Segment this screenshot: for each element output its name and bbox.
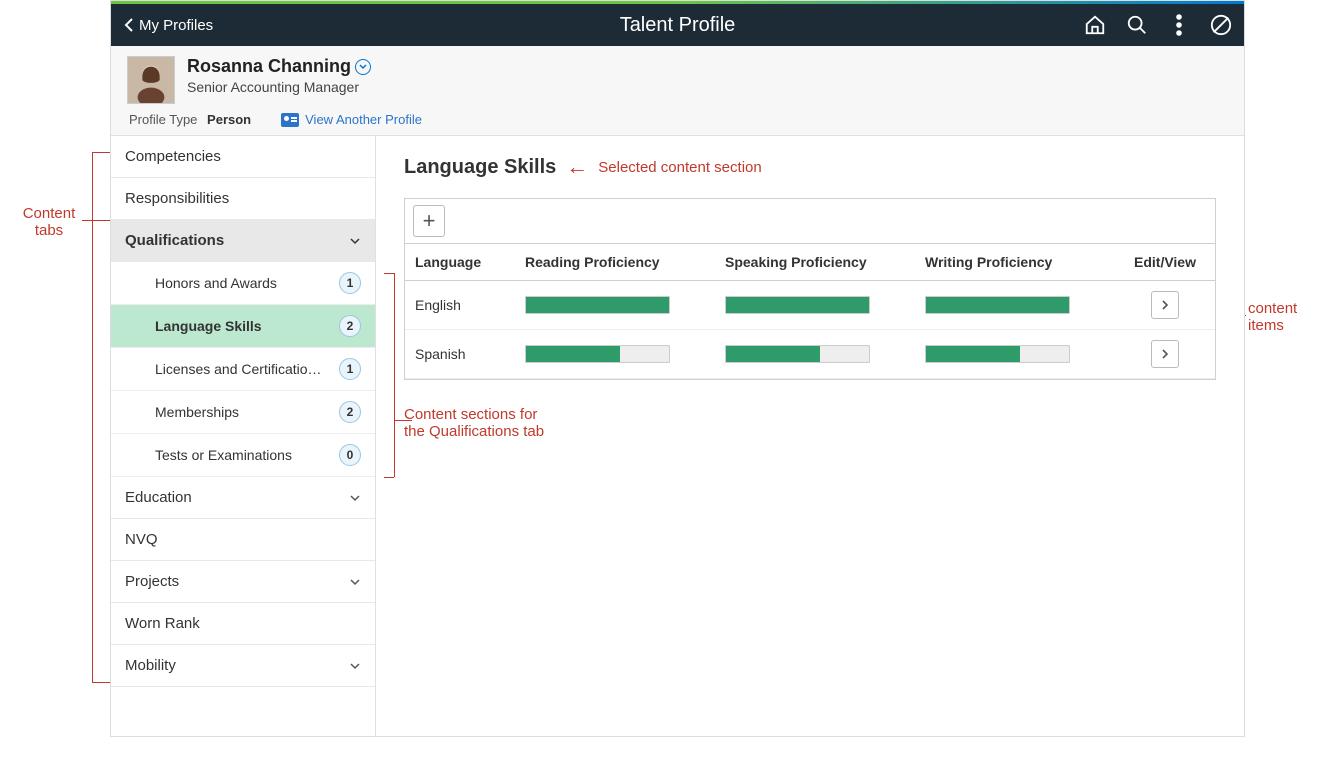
search-icon[interactable] <box>1126 14 1148 36</box>
tab-label: Responsibilities <box>125 190 229 207</box>
count-badge: 2 <box>339 315 361 337</box>
callout-line <box>82 220 110 221</box>
avatar <box>127 56 175 104</box>
chevron-down-icon <box>349 662 361 670</box>
arrow-left-icon: ← <box>566 154 588 180</box>
language-skills-grid: + Language Reading Proficiency Speaking … <box>404 198 1216 380</box>
count-badge: 1 <box>339 272 361 294</box>
tab-qualifications[interactable]: Qualifications <box>111 220 375 262</box>
callout-line <box>92 152 110 153</box>
profile-header: Rosanna Channing Senior Accounting Manag… <box>111 46 1244 136</box>
top-bar: My Profiles Talent Profile <box>111 4 1244 46</box>
callout-selected-section: Selected content section <box>598 159 761 176</box>
add-button[interactable]: + <box>413 205 445 237</box>
callout-line <box>384 273 394 274</box>
edit-view-button[interactable] <box>1151 291 1179 319</box>
section-tests[interactable]: Tests or Examinations 0 <box>111 434 375 477</box>
cell-language: Spanish <box>415 346 525 362</box>
home-icon[interactable] <box>1084 14 1106 36</box>
callout-line <box>92 682 110 683</box>
chevron-down-icon <box>349 494 361 502</box>
writing-proficiency-bar <box>925 345 1070 363</box>
reading-proficiency-bar <box>525 296 670 314</box>
count-badge: 1 <box>339 358 361 380</box>
col-header-language: Language <box>415 254 525 270</box>
section-honors-and-awards[interactable]: Honors and Awards 1 <box>111 262 375 305</box>
callout-line <box>92 152 93 682</box>
profile-type-value: Person <box>207 112 251 127</box>
section-language-skills[interactable]: Language Skills 2 <box>111 305 375 348</box>
cell-language: English <box>415 297 525 313</box>
callout-content-items: content items <box>1248 300 1297 334</box>
back-button[interactable]: My Profiles <box>123 17 213 34</box>
callout-content-tabs: Content tabs <box>14 205 84 239</box>
tab-education[interactable]: Education <box>111 477 375 519</box>
speaking-proficiency-bar <box>725 296 870 314</box>
section-heading: Language Skills <box>404 156 556 179</box>
tab-label: Mobility <box>125 657 176 674</box>
table-row: Spanish <box>405 330 1215 379</box>
grid-header-row: Language Reading Proficiency Speaking Pr… <box>405 244 1215 281</box>
section-label: Honors and Awards <box>155 275 277 291</box>
speaking-proficiency-bar <box>725 345 870 363</box>
tab-label: Competencies <box>125 148 221 165</box>
more-icon[interactable] <box>1168 14 1190 36</box>
chevron-down-icon <box>349 237 361 245</box>
tab-label: NVQ <box>125 531 158 548</box>
tab-label: Projects <box>125 573 179 590</box>
tab-label: Education <box>125 489 192 506</box>
reading-proficiency-bar <box>525 345 670 363</box>
col-header-reading: Reading Proficiency <box>525 254 725 270</box>
tab-projects[interactable]: Projects <box>111 561 375 603</box>
main-panel: Language Skills ← Selected content secti… <box>376 136 1244 736</box>
col-header-editview: Edit/View <box>1125 254 1205 270</box>
section-label: Tests or Examinations <box>155 447 292 463</box>
tab-label: Worn Rank <box>125 615 200 632</box>
table-row: English <box>405 281 1215 330</box>
page-title: Talent Profile <box>620 14 736 37</box>
section-label: Memberships <box>155 404 239 420</box>
writing-proficiency-bar <box>925 296 1070 314</box>
profile-type-label: Profile Type <box>129 112 197 127</box>
callout-line <box>394 420 412 421</box>
chevron-left-icon <box>123 17 135 33</box>
person-name: Rosanna Channing <box>187 56 351 77</box>
section-memberships[interactable]: Memberships 2 <box>111 391 375 434</box>
tab-responsibilities[interactable]: Responsibilities <box>111 178 375 220</box>
section-licenses[interactable]: Licenses and Certificatio… 1 <box>111 348 375 391</box>
chevron-down-icon <box>349 578 361 586</box>
count-badge: 2 <box>339 401 361 423</box>
edit-view-button[interactable] <box>1151 340 1179 368</box>
tab-competencies[interactable]: Competencies <box>111 136 375 178</box>
callout-line <box>384 477 394 478</box>
tab-nvq[interactable]: NVQ <box>111 519 375 561</box>
section-label: Licenses and Certificatio… <box>155 361 322 377</box>
count-badge: 0 <box>339 444 361 466</box>
tab-worn-rank[interactable]: Worn Rank <box>111 603 375 645</box>
callout-line <box>394 273 395 477</box>
content-tabs-sidebar: Competencies Responsibilities Qualificat… <box>111 136 376 736</box>
view-another-profile-link[interactable]: View Another Profile <box>281 112 422 127</box>
related-actions-button[interactable] <box>355 59 371 75</box>
compass-icon[interactable] <box>1210 14 1232 36</box>
tab-label: Qualifications <box>125 232 224 249</box>
tab-mobility[interactable]: Mobility <box>111 645 375 687</box>
callout-sections-for-tab: Content sections for the Qualifications … <box>404 406 1216 440</box>
section-label: Language Skills <box>155 318 262 334</box>
id-card-icon <box>281 113 299 127</box>
col-header-writing: Writing Proficiency <box>925 254 1125 270</box>
person-job-title: Senior Accounting Manager <box>187 79 371 95</box>
col-header-speaking: Speaking Proficiency <box>725 254 925 270</box>
view-another-profile-label: View Another Profile <box>305 112 422 127</box>
back-label: My Profiles <box>139 17 213 34</box>
